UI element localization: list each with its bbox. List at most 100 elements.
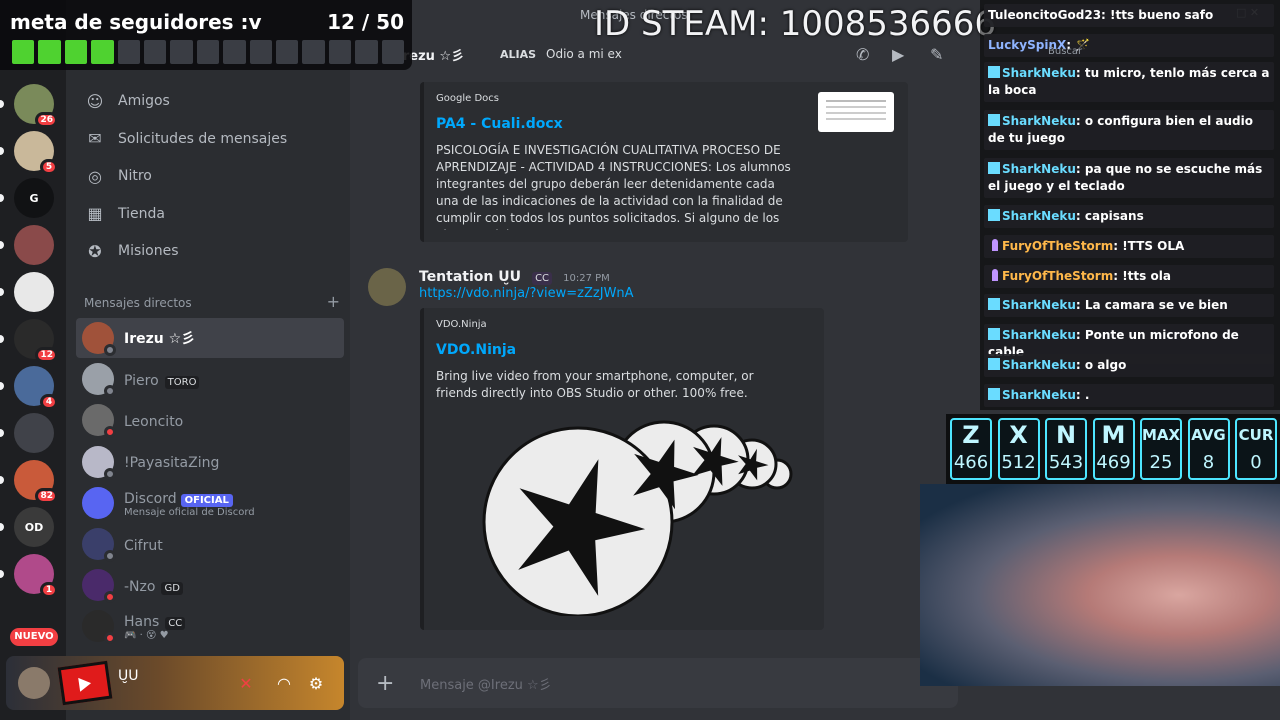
dm-item[interactable]: Irezu ☆彡 (76, 318, 344, 358)
dm-name: -Nzo (124, 578, 156, 595)
pin-icon[interactable]: ✎ (930, 45, 943, 64)
dm-subtitle: 🎮 · 😵 ♥ (124, 630, 169, 642)
goal-segment (64, 40, 88, 64)
follower-goal-overlay: meta de seguidores :v 12 / 50 (0, 0, 412, 70)
key-counter: Z 466 (950, 418, 992, 480)
vdo-ninja-logo-image[interactable] (474, 416, 824, 616)
server-icon[interactable]: 12 (14, 319, 58, 363)
twitch-chat-message: SharkNeku: tu micro, tenlo más cerca a l… (984, 62, 1274, 102)
dm-section-title: Mensajes directos (84, 296, 192, 310)
server-icon[interactable] (14, 272, 54, 312)
server-icon[interactable] (14, 413, 54, 453)
sub-badge-icon (988, 388, 1000, 400)
goal-segment (223, 40, 246, 64)
twitch-chat-message: SharkNeku: o configura bien el audio de … (984, 110, 1274, 150)
dm-item[interactable]: Discord OFICIAL Mensaje oficial de Discord (76, 483, 344, 523)
message-author-avatar[interactable] (368, 268, 406, 306)
key-count: 543 (1048, 452, 1084, 473)
dm-item[interactable]: !PayasitaZing (76, 442, 344, 482)
settings-gear-icon[interactable]: ⚙ (304, 671, 328, 695)
chat-username: SharkNeku (1002, 162, 1076, 176)
user-avatar[interactable] (18, 667, 50, 699)
dm-item[interactable]: Hans CC 🎮 · 😵 ♥ (76, 606, 344, 646)
embed-title-link[interactable]: VDO.Ninja (436, 342, 516, 358)
key-count: 8 (1202, 452, 1215, 473)
chat-username: SharkNeku (1002, 388, 1076, 402)
status-indicator (104, 591, 116, 604)
server-icon[interactable] (14, 225, 54, 265)
chat-text: !tts bueno safo (1110, 8, 1214, 22)
embed-title-link[interactable]: PA4 - Cuali.docx (436, 116, 563, 132)
nav-label: Solicitudes de mensajes (118, 130, 288, 147)
nav-nitro[interactable]: ◎ Nitro (76, 159, 338, 193)
mic-muted-icon[interactable]: ✕ (234, 671, 258, 695)
message-author[interactable]: Tentation ᑌ̮ᑌ (419, 269, 521, 285)
user-panel: ᑌ̮ᑌ ✕ ◠ ⚙ (6, 656, 344, 710)
user-name: ᑌ̮ᑌ (118, 668, 139, 684)
avatar (82, 445, 116, 480)
headphones-icon[interactable]: ◠ (272, 671, 296, 695)
dm-sidebar: ☺ Amigos ✉ Solicitudes de mensajes ◎ Nitro ▦ Ti… (66, 0, 350, 720)
server-icon[interactable]: 82 (14, 460, 58, 504)
key-count: 512 (1001, 452, 1036, 473)
new-badge[interactable]: NUEVO (10, 628, 58, 646)
server-icon[interactable]: OD (14, 507, 54, 547)
voice-call-icon[interactable]: ✆ (856, 45, 869, 64)
unread-pill (0, 100, 4, 108)
avatar (82, 528, 116, 562)
search-input[interactable]: Buscar (1048, 46, 1082, 57)
sub-badge-icon (988, 328, 1000, 340)
add-attachment-icon[interactable]: + (376, 671, 400, 696)
dm-item[interactable]: -Nzo GD (76, 565, 344, 605)
author-guild-tag: CC (532, 272, 553, 285)
chat-username: SharkNeku (1002, 114, 1076, 128)
create-dm-icon[interactable]: + (327, 294, 340, 310)
dm-item[interactable]: Piero TORO (76, 359, 344, 399)
avatar (82, 322, 116, 356)
key-label: Z (962, 421, 980, 449)
unread-pill (0, 476, 4, 484)
dm-item[interactable]: Leoncito (76, 400, 344, 440)
key-counter: N 543 (1045, 418, 1087, 480)
key-counter: AVG 8 (1187, 418, 1230, 480)
key-counter: MAX 25 (1140, 418, 1182, 480)
video-call-icon[interactable]: ▶ (892, 45, 904, 64)
alias-value[interactable]: Odio a mi ex (546, 47, 622, 61)
key-count: 0 (1250, 452, 1262, 473)
server-icon[interactable]: 5 (14, 131, 58, 175)
server-icon[interactable]: G (14, 178, 54, 218)
nav-misiones[interactable]: ✪ Misiones (76, 234, 338, 268)
dm-section-header: Mensajes directos + (84, 294, 340, 311)
message-link[interactable]: https://vdo.ninja/?view=zZzJWnA (419, 286, 634, 301)
key-label: N (1055, 421, 1077, 449)
message-input[interactable]: Mensaje @Irezu ☆彡 (420, 674, 552, 693)
google-docs-embed: Google Docs PA4 - Cuali.docx PSICOLOGÍA … (420, 82, 908, 242)
nav-amigos[interactable]: ☺ Amigos (76, 84, 338, 118)
key-label: AVG (1191, 426, 1226, 444)
dm-name: Hans (124, 614, 160, 631)
server-icon[interactable]: 4 (14, 366, 58, 410)
nav-tienda[interactable]: ▦ Tienda (76, 197, 338, 231)
status-indicator (104, 344, 116, 356)
dm-item[interactable]: Cifrut (76, 524, 344, 564)
dm-name: !PayasitaZing (124, 455, 220, 472)
twitch-chat-message: SharkNeku: capisans (984, 205, 1274, 228)
user-tag: CC (165, 617, 186, 631)
sub-badge-icon (988, 209, 1000, 221)
unread-badge: 26 (35, 112, 58, 128)
server-icon[interactable]: 1 (14, 554, 58, 598)
nav-label: Misiones (118, 243, 179, 259)
document-thumbnail[interactable] (818, 92, 894, 132)
quests-icon: ✪ (88, 241, 102, 261)
unread-pill (0, 194, 4, 202)
server-icon[interactable]: 26 (14, 84, 58, 128)
chat-text: !tts ola (1122, 269, 1171, 283)
twitch-chat-message: FuryOfTheStorm: !tts ola (984, 265, 1274, 288)
goal-segment (249, 40, 273, 64)
goal-segment (12, 40, 35, 64)
goal-segment (328, 40, 352, 64)
unread-pill (0, 241, 4, 249)
key-count: 25 (1149, 452, 1173, 473)
message-timestamp: 10:27 PM (563, 273, 610, 284)
nav-solicitudes-de-mensajes[interactable]: ✉ Solicitudes de mensajes (76, 122, 338, 156)
